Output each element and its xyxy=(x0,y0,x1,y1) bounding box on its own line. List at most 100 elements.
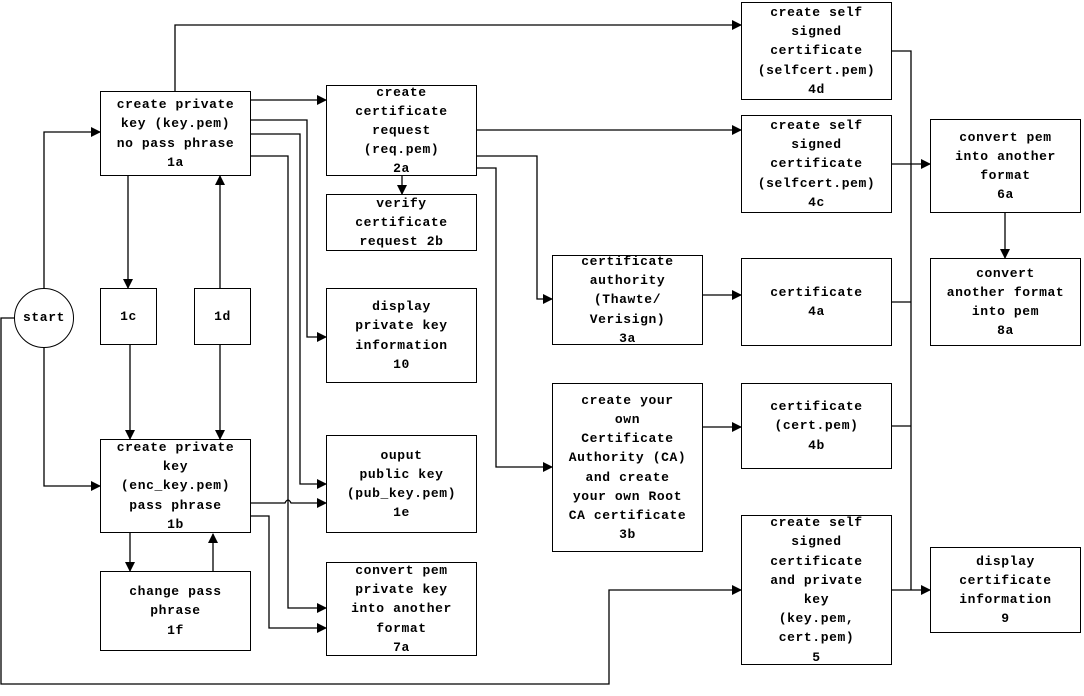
edge-start-1b xyxy=(43,346,101,491)
node-label-line: signed xyxy=(791,137,842,153)
node-label-line: certificate xyxy=(355,214,448,230)
node-label-line: 4a xyxy=(808,304,825,319)
node-4c[interactable]: create self signed certificate (selfcert.pe… xyxy=(741,115,892,213)
node-label-line: create private xyxy=(116,97,235,113)
node-label-line: 1f xyxy=(167,622,184,638)
node-label-line: (selfcert.pem) xyxy=(757,62,876,78)
node-5[interactable]: create self signed certificate and private k… xyxy=(741,515,892,665)
node-label-line: 6a xyxy=(997,187,1014,203)
node-8a[interactable]: convert another format into pem 8a xyxy=(930,258,1081,346)
node-label-line: public key xyxy=(359,466,444,482)
node-label-line: certificate xyxy=(770,284,863,300)
node-label-line: authority xyxy=(589,273,666,289)
node-label-line: key xyxy=(803,592,830,607)
node-label-line: 4b xyxy=(808,437,825,453)
start-node[interactable]: start xyxy=(14,288,74,348)
node-10[interactable]: display private key information 10 xyxy=(326,288,477,383)
node-1f[interactable]: change pass phrase 1f xyxy=(100,571,251,651)
node-label-line: into another xyxy=(351,601,452,617)
node-label-line: another format xyxy=(946,284,1065,300)
edge-4d-bus xyxy=(892,50,912,590)
node-label-line: into another xyxy=(955,148,1056,164)
node-label-line: signed xyxy=(791,24,842,40)
node-label-line: key xyxy=(162,459,189,475)
node-label-line: certificate xyxy=(581,254,674,269)
node-label-line: 9 xyxy=(1001,611,1010,627)
node-label-line: display xyxy=(372,299,431,315)
node-label-line: display xyxy=(976,553,1035,569)
node-label-line: verify xyxy=(376,195,427,211)
node-3b[interactable]: create your own Certificate Authority (CA) a… xyxy=(552,383,703,552)
node-1c[interactable]: 1c xyxy=(100,288,157,345)
node-label-line: signed xyxy=(791,534,842,550)
node-label-line: 8a xyxy=(997,323,1014,339)
node-label-line: 1d xyxy=(214,308,231,324)
node-label-line: certificate xyxy=(355,103,448,119)
node-label-line: certificate xyxy=(770,43,863,59)
edge-start-1a xyxy=(43,127,101,290)
node-label-line: Authority (CA) xyxy=(568,450,687,466)
node-label-line: ouput xyxy=(380,447,423,463)
node-label-line: key (key.pem) xyxy=(120,116,231,132)
node-label-line: 4c xyxy=(808,194,825,210)
node-1d[interactable]: 1d xyxy=(194,288,251,345)
node-label-line: certificate xyxy=(770,399,863,415)
node-label-line: pass phrase xyxy=(129,497,222,513)
node-9[interactable]: display certificate information 9 xyxy=(930,547,1081,633)
node-label-line: convert pem xyxy=(355,563,448,578)
edge-2a-3b xyxy=(477,167,553,472)
node-1a[interactable]: create private key (key.pem) no pass phras… xyxy=(100,91,251,176)
node-label-line: information xyxy=(959,592,1052,607)
node-1e[interactable]: ouput public key (pub_key.pem) 1e xyxy=(326,435,477,533)
node-label-line: 4d xyxy=(808,81,825,97)
node-label-line: request xyxy=(372,122,431,138)
node-label-line: 2a xyxy=(393,161,410,177)
node-label-line: (enc_key.pem) xyxy=(120,478,231,494)
node-1b[interactable]: create private key (enc_key.pem)pass phras… xyxy=(100,439,251,533)
node-label-line: 10 xyxy=(393,356,410,372)
edge-1a-4d xyxy=(174,20,742,91)
node-label-line: 3b xyxy=(619,527,636,543)
node-label-line: 5 xyxy=(812,649,821,665)
node-label-line: 1a xyxy=(167,154,184,170)
node-label-line: 1e xyxy=(393,505,410,521)
node-label-line: create self xyxy=(770,5,863,20)
node-label-line: information xyxy=(355,337,448,353)
node-label-line: start xyxy=(22,310,65,326)
node-label-line: (req.pem) xyxy=(363,142,440,158)
node-4d[interactable]: create self signed certificate (selfcert.pe… xyxy=(741,2,892,100)
node-label-line: CA certificate xyxy=(568,507,687,523)
node-label-line: your own Root xyxy=(572,488,683,504)
node-label-line: cert.pem) xyxy=(778,630,855,646)
node-label-line: Verisign) xyxy=(589,311,666,327)
node-label-line: (cert.pem) xyxy=(774,418,859,434)
node-label-line: create xyxy=(376,84,427,100)
node-2a[interactable]: create certificate request (req.pem) 2a xyxy=(326,85,477,176)
node-4a[interactable]: certificate 4a xyxy=(741,258,892,346)
node-label-line: into pem xyxy=(971,304,1040,319)
node-label-line: 1c xyxy=(120,308,137,324)
edge-2a-3a xyxy=(477,155,553,304)
node-4b[interactable]: certificate (cert.pem) 4b xyxy=(741,383,892,469)
node-label-line: request 2b xyxy=(359,234,444,250)
node-label-line: private key xyxy=(355,318,448,334)
node-label-line: convert pem xyxy=(959,129,1052,145)
node-label-line: format xyxy=(376,620,427,636)
node-3a[interactable]: certificate authority (Thawte/Verisign) 3a xyxy=(552,254,703,346)
node-label-line: own xyxy=(614,411,641,427)
node-label-line: and private xyxy=(770,572,863,588)
node-7a[interactable]: convert pem private key into another format… xyxy=(326,562,477,656)
node-label-line: Certificate xyxy=(581,431,674,447)
node-label-line: convert xyxy=(976,265,1035,281)
node-label-line: private key xyxy=(355,582,448,598)
node-label-line: 1b xyxy=(167,516,184,532)
node-label-line: create your xyxy=(581,392,674,408)
node-label-line: (Thawte/ xyxy=(593,292,662,308)
node-label-line: create private xyxy=(116,440,235,455)
node-label-line: (selfcert.pem) xyxy=(757,175,876,191)
node-6a[interactable]: convert pem into another format 6a xyxy=(930,119,1081,213)
node-2b[interactable]: verify certificate request 2b xyxy=(326,194,477,251)
node-label-line: certificate xyxy=(770,156,863,172)
node-label-line: certificate xyxy=(959,572,1052,588)
node-label-line: create self xyxy=(770,515,863,531)
